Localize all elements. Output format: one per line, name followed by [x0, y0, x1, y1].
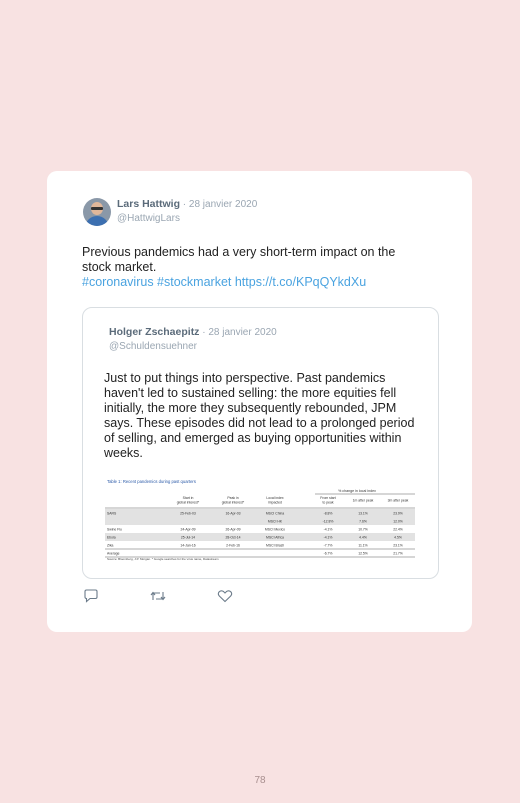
- tweet-card: Lars Hattwig · 28 janvier 2020 @HattwigL…: [47, 171, 472, 632]
- table-cell: 23.1%: [393, 543, 403, 547]
- table-source: Source: Bloomberg, J.P. Morgan. * Google…: [107, 557, 219, 561]
- retweet-icon[interactable]: [150, 589, 166, 603]
- quoted-header: Holger Zschaepitz · 28 janvier 2020 @Sch…: [109, 326, 277, 353]
- table-cell: -8.8%: [324, 511, 333, 515]
- table-cell: 13.1%: [358, 511, 368, 515]
- separator: ·: [180, 199, 189, 210]
- table-cell: -7.7%: [324, 543, 333, 547]
- table-header-cell: 3m after peak: [388, 499, 409, 503]
- tweet-link[interactable]: #coronavirus #stockmarket https://t.co/K…: [82, 275, 427, 290]
- reply-icon[interactable]: [83, 589, 99, 603]
- tweet-text-line: Previous pandemics had a very short-term…: [82, 245, 396, 259]
- quoted-handle[interactable]: @Schuldensuehner: [109, 340, 277, 353]
- tweet-text-line: stock market.: [82, 260, 157, 274]
- table-cell: Swine Flu: [107, 527, 122, 531]
- table-row-shade: [105, 517, 415, 525]
- table-cell: MSCI HK: [268, 519, 283, 523]
- table-cell: Ebola: [107, 535, 116, 539]
- table-cell: 28-Oct-14: [225, 535, 240, 539]
- table-cell: MSCI China: [266, 511, 284, 515]
- table-cell: 14-Jan-16: [180, 543, 195, 547]
- separator: ·: [199, 327, 209, 338]
- author-handle[interactable]: @HattwigLars: [117, 212, 257, 225]
- table-cell: Zika: [107, 543, 114, 547]
- table-cell: SARS: [107, 511, 117, 515]
- table-cell: Average: [107, 551, 120, 555]
- table-cell: 4.4%: [359, 535, 367, 539]
- tweet-date[interactable]: 28 janvier 2020: [189, 199, 257, 210]
- table-cell: 22.4%: [393, 527, 403, 531]
- table-cell: 10.7%: [358, 527, 368, 531]
- quoted-tweet[interactable]: Holger Zschaepitz · 28 janvier 2020 @Sch…: [82, 307, 439, 579]
- table-header-cell: From start: [320, 496, 336, 500]
- table-cell: 11.1%: [358, 543, 367, 547]
- tweet-text: Previous pandemics had a very short-term…: [82, 245, 427, 290]
- table-cell: 7.6%: [359, 519, 367, 523]
- table-cell: 12.0%: [393, 519, 403, 523]
- table-cell: 12.5%: [358, 551, 368, 555]
- avatar[interactable]: [83, 198, 111, 226]
- table-cell: 24-Apr-09: [180, 527, 195, 531]
- table-row-shade: [105, 533, 415, 541]
- quoted-text: Just to put things into perspective. Pas…: [104, 371, 415, 460]
- table-group-header: % change in local index: [338, 489, 376, 493]
- table-header-cell: to peak: [322, 501, 333, 505]
- page-number: 78: [254, 775, 266, 786]
- table-image[interactable]: Table 1: Recent pandemics during past qu…: [105, 478, 417, 564]
- quoted-date[interactable]: 28 janvier 2020: [208, 327, 276, 338]
- table-cell: 26-Apr-09: [225, 527, 240, 531]
- table-cell: -12.8%: [323, 519, 334, 523]
- table-header-cell: global interest*: [222, 501, 245, 505]
- table-header-cell: Peak in: [227, 496, 238, 500]
- table-header-cell: global interest*: [177, 501, 200, 505]
- table-cell: -4.1%: [324, 535, 333, 539]
- table-cell: MSCI Brazil: [266, 543, 284, 547]
- quoted-author-name[interactable]: Holger Zschaepitz: [109, 326, 199, 338]
- tweet-actions: [83, 589, 284, 603]
- table-cell: -6.7%: [324, 551, 333, 555]
- table-cell: 25-Jul-14: [181, 535, 195, 539]
- author-name[interactable]: Lars Hattwig: [117, 198, 180, 210]
- table-cell: MSCI Africa: [266, 535, 284, 539]
- table-header-cell: impacted: [268, 501, 282, 505]
- table-cell: MSCI Mexico: [265, 527, 285, 531]
- table-row-shade: [105, 509, 415, 517]
- table-cell: 4.5%: [394, 535, 402, 539]
- table-cell: 21.7%: [393, 551, 403, 555]
- table-header-cell: 1m after peak: [353, 499, 374, 503]
- table-header-cell: Local index: [266, 496, 283, 500]
- table-cell: 2-Feb-16: [226, 543, 240, 547]
- table-cell: 23.9%: [393, 511, 403, 515]
- table-cell: -4.1%: [324, 527, 333, 531]
- tweet-header: Lars Hattwig · 28 janvier 2020 @HattwigL…: [83, 198, 257, 226]
- table-header-cell: Start in: [183, 496, 194, 500]
- table-cell: 25-Feb-03: [180, 511, 196, 515]
- heart-icon[interactable]: [217, 589, 233, 603]
- table-caption: Table 1: Recent pandemics during past qu…: [107, 479, 196, 484]
- table-cell: 16-Apr-03: [225, 511, 240, 515]
